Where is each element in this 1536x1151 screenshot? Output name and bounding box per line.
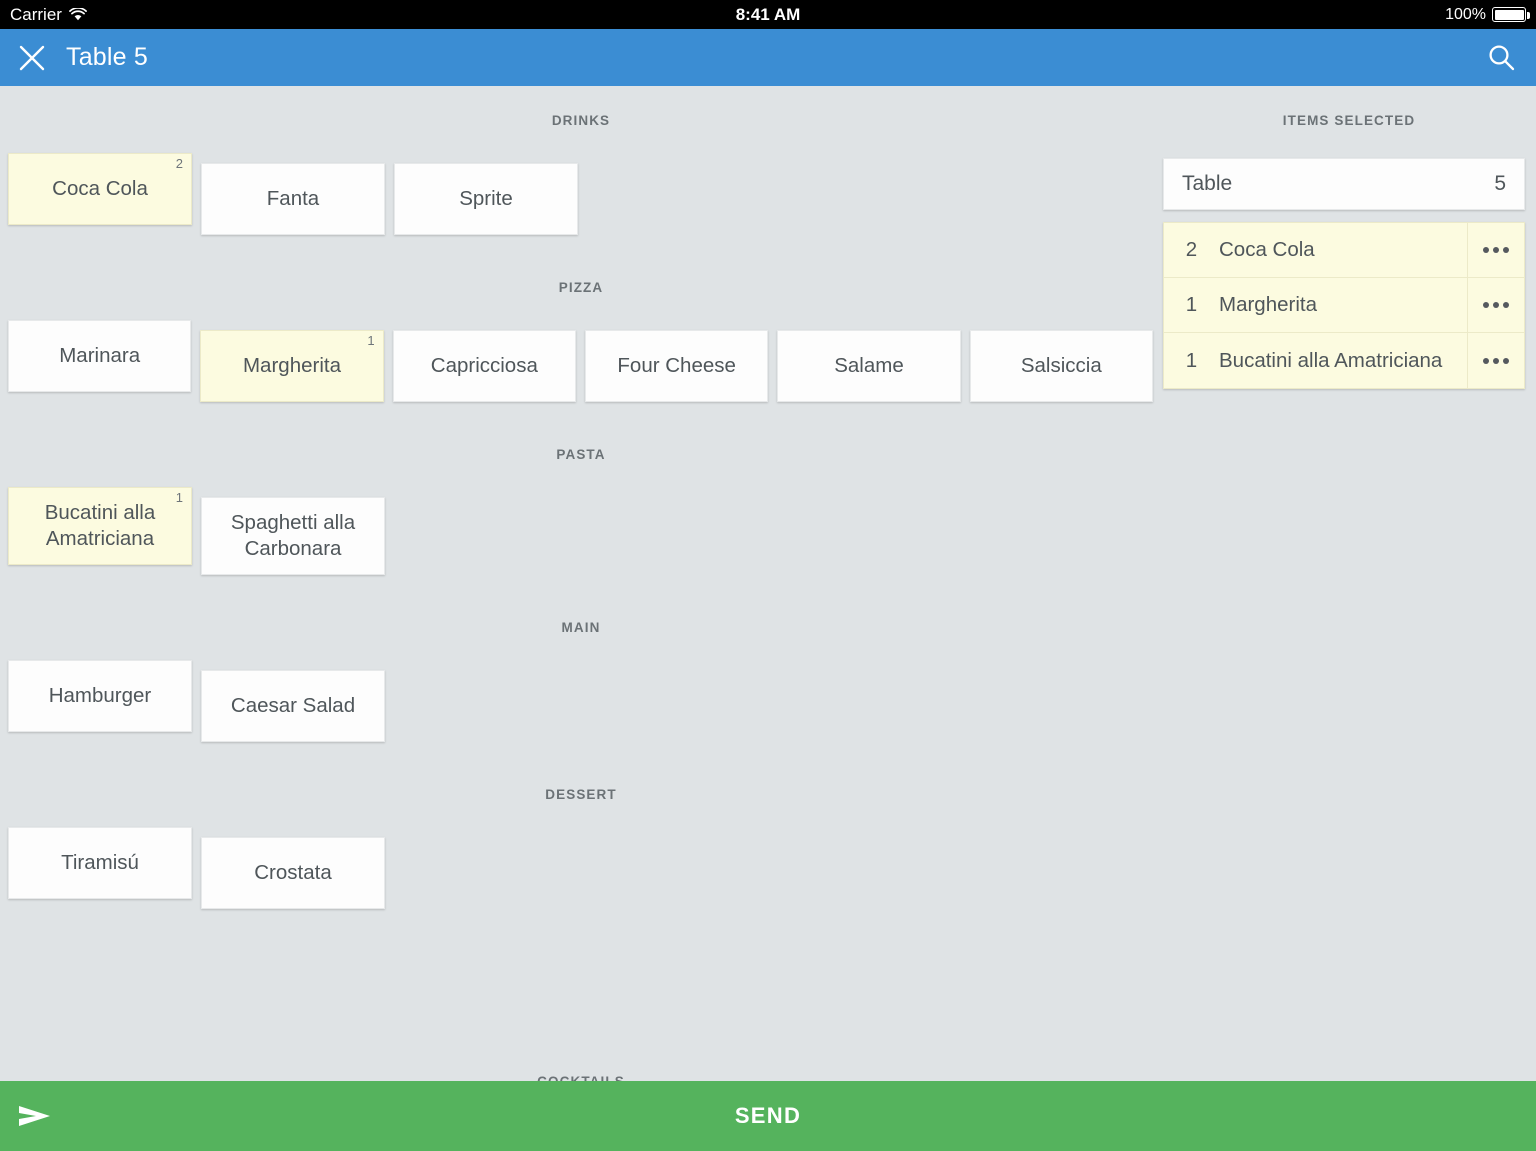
menu-tile-salame[interactable]: Salame xyxy=(777,330,961,402)
menu-tile-label: Capricciosa xyxy=(430,354,538,377)
menu-tile-label: Caesar Salad xyxy=(230,694,356,717)
search-icon xyxy=(1488,45,1514,71)
menu-tile-label: Tiramisú xyxy=(61,851,139,874)
menu-tile-hamburger[interactable]: Hamburger xyxy=(8,660,192,732)
battery-full-icon xyxy=(1492,7,1530,22)
ellipsis-icon[interactable] xyxy=(1467,333,1524,388)
menu-tile-label: Salsiccia xyxy=(1020,354,1102,377)
section-label-dessert: DESSERT xyxy=(545,787,617,802)
menu-tile-qty-badge: 2 xyxy=(175,156,183,171)
selected-item-qty: 1 xyxy=(1185,348,1198,372)
menu-tile-label: Four Cheese xyxy=(617,354,736,377)
table-summary-row[interactable]: Table 5 xyxy=(1163,158,1525,210)
selected-items-list: 2 Coca Cola 1 Margherita 1 Bucatini alla… xyxy=(1163,222,1525,389)
menu-tile-label: Margherita xyxy=(242,354,341,377)
menu-tile-label: Salame xyxy=(834,354,904,377)
list-item[interactable]: 1 Margherita xyxy=(1164,278,1524,333)
menu-tile-spaghetti-alla-carbonara[interactable]: Spaghetti alla Carbonara xyxy=(201,497,385,575)
selected-item-qty: 2 xyxy=(1185,238,1198,261)
clock-label: 8:41 AM xyxy=(735,5,801,24)
send-button[interactable]: SEND xyxy=(0,1081,1536,1151)
tile-row-drinks: 2 Coca Cola Fanta Sprite xyxy=(0,153,1162,235)
menu-tile-label: Sprite xyxy=(459,187,513,210)
list-item[interactable]: 1 Bucatini alla Amatriciana xyxy=(1164,333,1524,388)
menu-tile-crostata[interactable]: Crostata xyxy=(201,837,385,909)
tile-row-pasta: 1 Bucatini alla Amatriciana Spaghetti al… xyxy=(0,487,1162,575)
table-summary-value: 5 xyxy=(1494,172,1506,195)
selected-item-qty: 1 xyxy=(1185,293,1198,316)
app-root: Carrier 8:41 AM 100% Table 5 DRINKS 2 Co… xyxy=(0,0,1536,1151)
menu-tile-capricciosa[interactable]: Capricciosa xyxy=(392,330,576,402)
section-label-cocktails: COCKTAILS xyxy=(0,1074,1162,1081)
close-icon xyxy=(19,45,45,70)
menu-tile-salsiccia[interactable]: Salsiccia xyxy=(969,330,1153,402)
list-item[interactable]: 2 Coca Cola xyxy=(1164,223,1524,278)
battery-percent-label: 100% xyxy=(1445,6,1486,23)
menu-tile-caesar-salad[interactable]: Caesar Salad xyxy=(201,670,385,742)
menu-tile-margherita[interactable]: 1 Margherita xyxy=(200,330,384,402)
status-bar-right: 100% xyxy=(1445,0,1530,29)
menu-tile-label: Spaghetti alla Carbonara xyxy=(230,511,356,560)
search-button[interactable] xyxy=(1466,29,1536,86)
menu-tile-label: Marinara xyxy=(59,344,141,367)
menu-column: DRINKS 2 Coca Cola Fanta Sprite PIZZA Ma… xyxy=(0,86,1162,1081)
menu-tile-label: Coca Cola xyxy=(52,177,148,200)
items-selected-title: ITEMS SELECTED xyxy=(1282,113,1416,128)
menu-tile-bucatini-alla-amatriciana[interactable]: 1 Bucatini alla Amatriciana xyxy=(8,487,192,565)
menu-tile-label: Bucatini alla Amatriciana xyxy=(44,501,156,550)
section-label-drinks: DRINKS xyxy=(551,113,611,128)
tile-row-pizza: Marinara 1 Margherita Capricciosa Four C… xyxy=(0,320,1162,402)
menu-tile-marinara[interactable]: Marinara xyxy=(8,320,192,392)
page-title: Table 5 xyxy=(66,43,149,71)
send-button-label: SEND xyxy=(734,1103,802,1128)
menu-tile-fanta[interactable]: Fanta xyxy=(201,163,385,235)
app-bar: Table 5 xyxy=(0,29,1536,86)
menu-tile-tiramisu[interactable]: Tiramisú xyxy=(8,827,192,899)
items-selected-panel: ITEMS SELECTED Table 5 2 Coca Cola 1 Mar… xyxy=(1162,86,1536,1081)
menu-tile-qty-badge: 1 xyxy=(175,490,183,505)
selected-item-name: Bucatini alla Amatriciana xyxy=(1219,348,1443,372)
menu-tile-label: Hamburger xyxy=(48,684,152,707)
section-label-main: MAIN xyxy=(561,620,601,635)
close-button[interactable] xyxy=(0,29,64,86)
section-label-pasta: PASTA xyxy=(556,447,606,462)
menu-tile-label: Crostata xyxy=(254,861,332,884)
ellipsis-icon[interactable] xyxy=(1467,278,1524,332)
ios-status-bar: Carrier 8:41 AM 100% xyxy=(0,0,1536,29)
section-label-pizza: PIZZA xyxy=(558,280,604,295)
menu-tile-qty-badge: 1 xyxy=(367,333,375,348)
tile-row-main: Hamburger Caesar Salad xyxy=(0,660,1162,742)
tile-row-dessert: Tiramisú Crostata xyxy=(0,827,1162,909)
menu-tile-coca-cola[interactable]: 2 Coca Cola xyxy=(8,153,192,225)
ellipsis-icon[interactable] xyxy=(1467,223,1524,277)
selected-item-name: Coca Cola xyxy=(1219,238,1315,261)
menu-tile-sprite[interactable]: Sprite xyxy=(394,163,578,235)
selected-item-name: Margherita xyxy=(1219,293,1317,316)
table-summary-label: Table xyxy=(1182,172,1233,195)
menu-tile-label: Fanta xyxy=(266,187,320,210)
content-area: DRINKS 2 Coca Cola Fanta Sprite PIZZA Ma… xyxy=(0,86,1536,1081)
menu-tile-four-cheese[interactable]: Four Cheese xyxy=(584,330,769,402)
